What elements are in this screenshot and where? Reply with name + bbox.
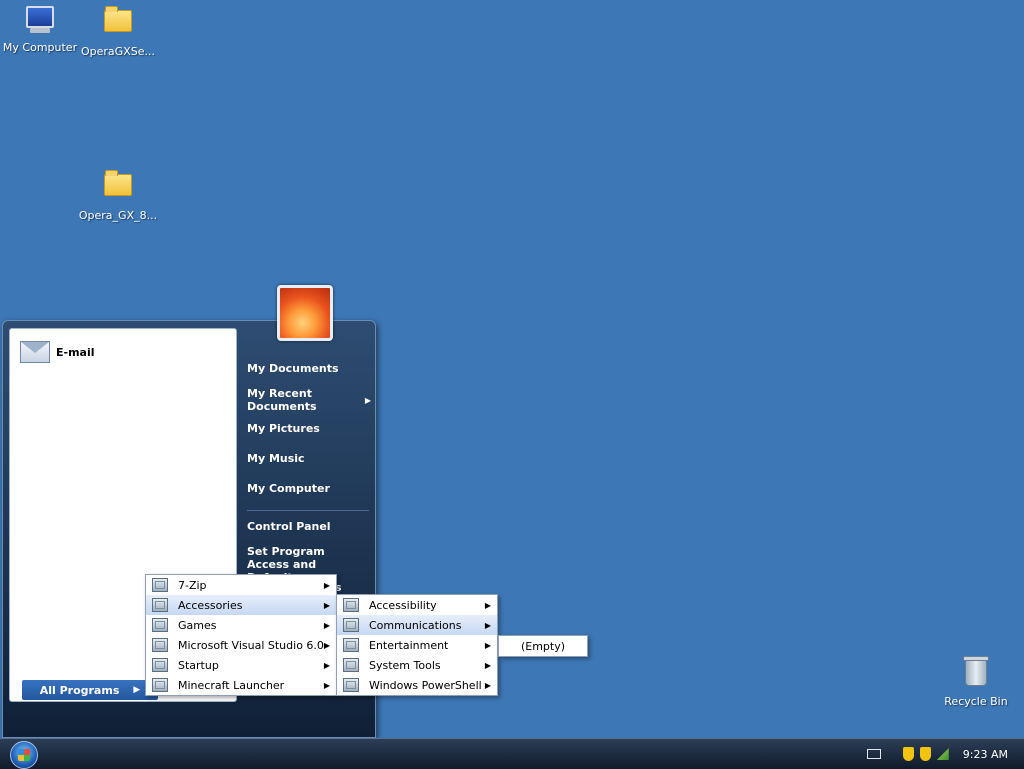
arrow-right-icon: ▶ [323, 620, 330, 630]
menu-item-label: Communications [369, 618, 462, 632]
program-group-icon [152, 598, 168, 612]
program-group-icon [343, 658, 359, 672]
start-item-my-pictures[interactable]: My Pictures [247, 422, 365, 435]
arrow-right-icon: ▶ [323, 680, 330, 690]
program-group-icon [343, 598, 359, 612]
arrow-right-icon: ▶ [484, 680, 491, 690]
arrow-right-icon: ▶ [133, 685, 141, 695]
program-group-icon [343, 678, 359, 692]
program-item-accessories[interactable]: Accessories ▶ [146, 595, 336, 615]
start-item-partial[interactable]: s [335, 581, 355, 594]
empty-submenu: (Empty) [498, 635, 588, 657]
arrow-right-icon: ▶ [323, 640, 330, 650]
pinned-email[interactable]: E-mail [20, 341, 95, 363]
menu-item-label: Entertainment [369, 638, 449, 652]
email-icon [20, 341, 50, 363]
start-item-label: My Music [247, 452, 305, 465]
menu-item-label: Accessories [178, 598, 243, 612]
program-item-7zip[interactable]: 7-Zip ▶ [146, 575, 336, 595]
program-group-icon [343, 618, 359, 632]
arrow-right-icon: ▶ [484, 620, 491, 630]
menu-item-label: Startup [178, 658, 219, 672]
program-group-icon [152, 638, 168, 652]
accessories-item-entertainment[interactable]: Entertainment ▶ [337, 635, 497, 655]
program-item-games[interactable]: Games ▶ [146, 615, 336, 635]
program-group-icon [152, 658, 168, 672]
keyboard-icon[interactable] [866, 749, 881, 759]
network-icon[interactable] [936, 748, 949, 760]
program-item-visual-studio[interactable]: Microsoft Visual Studio 6.0 ▶ [146, 635, 336, 655]
all-programs-button[interactable]: All Programs ▶ [22, 680, 158, 700]
menu-item-label: 7-Zip [178, 578, 207, 592]
start-item-my-documents[interactable]: My Documents [247, 362, 365, 375]
start-item-label: My Recent Documents [247, 387, 317, 413]
menu-item-label: Windows PowerShell [369, 678, 482, 692]
menu-item-label: (Empty) [520, 639, 566, 653]
separator [247, 510, 369, 511]
accessories-item-system-tools[interactable]: System Tools ▶ [337, 655, 497, 675]
program-group-icon [152, 678, 168, 692]
desktop-icon-label: Opera_GX_8... [78, 209, 158, 222]
start-item-label: My Pictures [247, 422, 320, 435]
start-item-my-computer[interactable]: My Computer [247, 482, 365, 495]
program-item-minecraft-launcher[interactable]: Minecraft Launcher ▶ [146, 675, 336, 695]
desktop-icon-opera-gx[interactable]: Opera_GX_8... [78, 168, 158, 222]
program-group-icon [152, 578, 168, 592]
start-item-my-recent-documents[interactable]: My Recent Documents ▶ [247, 387, 371, 413]
arrow-right-icon: ▶ [323, 660, 330, 670]
start-item-label: Control Panel [247, 520, 331, 533]
menu-item-label: Accessibility [369, 598, 437, 612]
arrow-right-icon: ▶ [364, 396, 371, 405]
arrow-right-icon: ▶ [323, 580, 330, 590]
taskbar: 9:23 AM [0, 738, 1024, 769]
arrow-right-icon: ▶ [484, 640, 491, 650]
menu-item-label: Microsoft Visual Studio 6.0 [178, 638, 324, 652]
desktop-icon-recycle-bin[interactable]: Recycle Bin [936, 656, 1016, 708]
menu-item-label: Minecraft Launcher [178, 678, 285, 692]
accessories-item-accessibility[interactable]: Accessibility ▶ [337, 595, 497, 615]
accessories-item-windows-powershell[interactable]: Windows PowerShell ▶ [337, 675, 497, 695]
start-button[interactable] [10, 741, 38, 769]
clock[interactable]: 9:23 AM [963, 748, 1008, 761]
menu-item-label: Games [178, 618, 217, 632]
arrow-right-icon: ▶ [484, 600, 491, 610]
folder-icon [102, 6, 134, 42]
empty-item: (Empty) [499, 636, 587, 656]
desktop-icon-label: My Computer [2, 41, 78, 54]
desktop-icon-label: OperaGXSe... [81, 45, 155, 58]
pinned-email-label: E-mail [56, 345, 95, 359]
program-item-startup[interactable]: Startup ▶ [146, 655, 336, 675]
menu-item-label: System Tools [369, 658, 441, 672]
desktop-icon-label: Recycle Bin [944, 695, 1008, 708]
programs-menu: 7-Zip ▶ Accessories ▶ Games ▶ Microsoft Vis… [145, 574, 337, 696]
start-item-my-music[interactable]: My Music [247, 452, 365, 465]
accessories-item-communications[interactable]: Communications ▶ [337, 615, 497, 635]
start-item-label: My Documents [247, 362, 339, 375]
recycle-bin-icon [960, 656, 992, 692]
security-shield-icon[interactable] [902, 747, 914, 761]
start-item-label: My Computer [247, 482, 330, 495]
desktop-icon-operagx-setup[interactable]: OperaGXSe... [78, 4, 158, 58]
user-picture[interactable] [277, 285, 333, 341]
folder-icon [102, 170, 134, 206]
system-tray: 9:23 AM [866, 739, 1024, 769]
security-shield-icon[interactable] [919, 747, 931, 761]
arrow-right-icon: ▶ [484, 660, 491, 670]
desktop-icon-my-computer[interactable]: My Computer [0, 4, 80, 54]
start-item-control-panel[interactable]: Control Panel [247, 520, 365, 533]
program-group-icon [343, 638, 359, 652]
my-computer-icon [24, 6, 56, 38]
accessories-menu: Accessibility ▶ Communications ▶ Entertain… [336, 594, 498, 696]
all-programs-label: All Programs [39, 683, 120, 697]
program-group-icon [152, 618, 168, 632]
arrow-right-icon: ▶ [323, 600, 330, 610]
